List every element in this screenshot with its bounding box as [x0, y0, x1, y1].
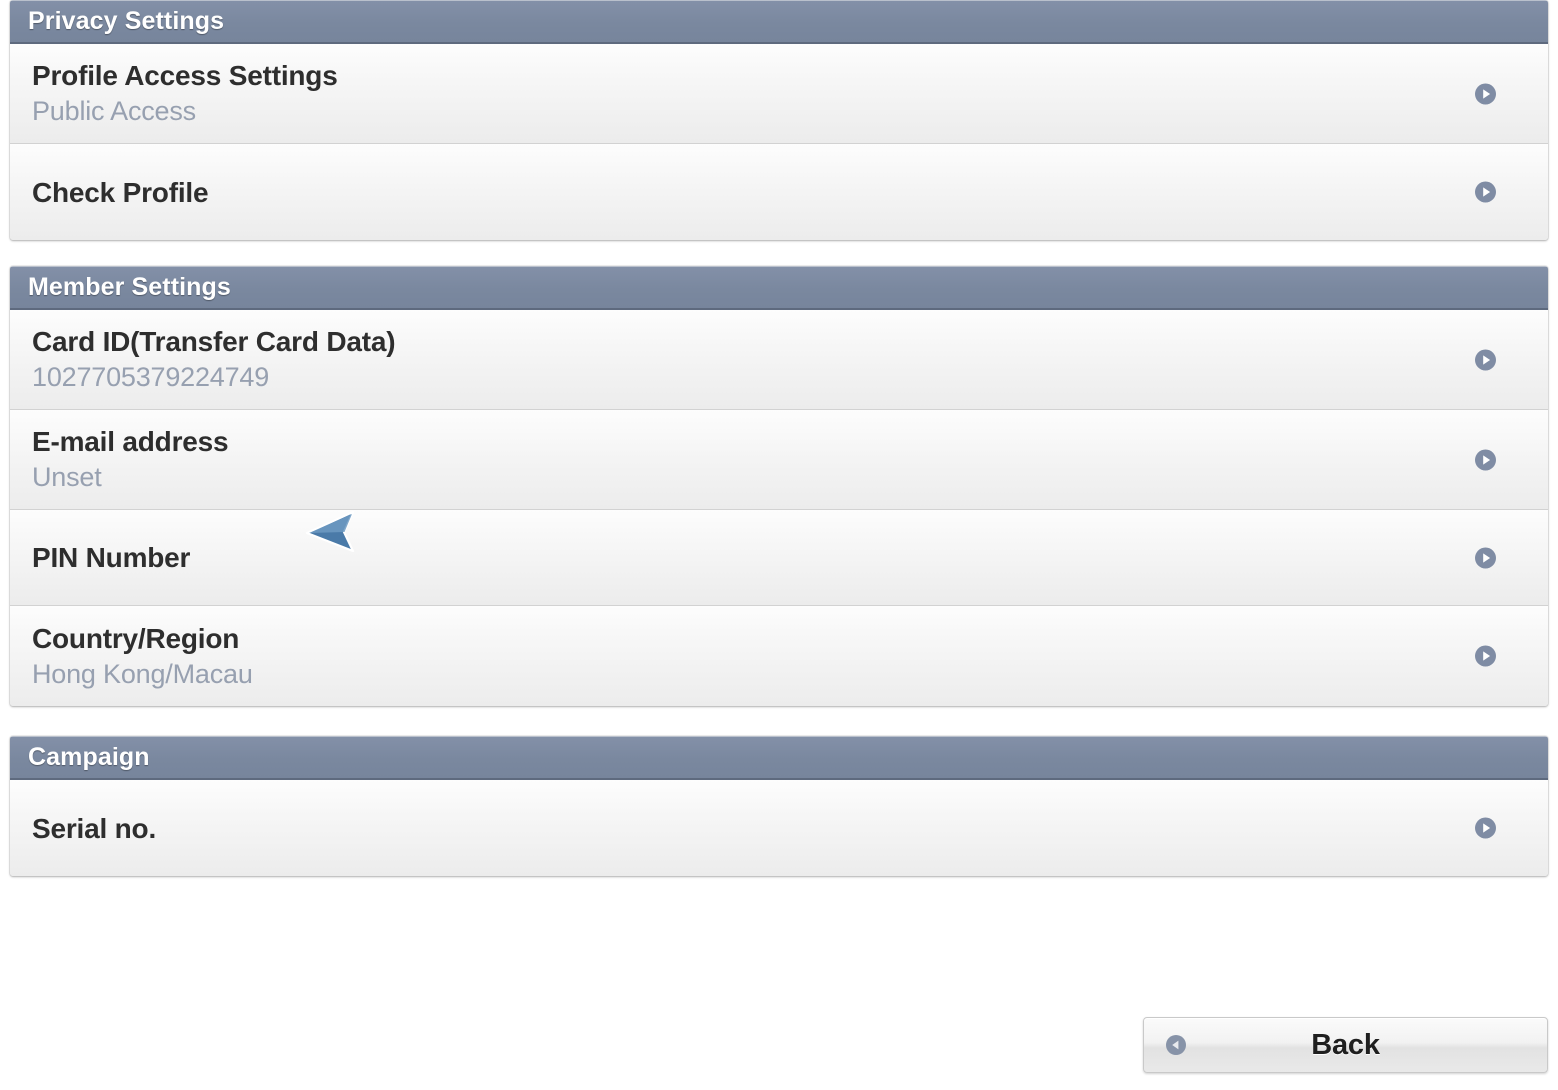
row-text: Country/Region Hong Kong/Macau	[32, 621, 253, 692]
row-title: Card ID(Transfer Card Data)	[32, 326, 396, 358]
footer: Back	[0, 1014, 1558, 1076]
row-text: Card ID(Transfer Card Data) 102770537922…	[32, 324, 396, 395]
row-text: PIN Number	[32, 540, 190, 575]
section-header-privacy-settings: Privacy Settings	[10, 0, 1548, 44]
row-subtitle: Unset	[32, 462, 102, 493]
section-header-member-settings: Member Settings	[10, 266, 1548, 310]
row-title: Check Profile	[32, 176, 209, 208]
play-circle-icon[interactable]	[1475, 449, 1496, 470]
row-subtitle: 1027705379224749	[32, 362, 270, 393]
row-title: Serial no.	[32, 812, 157, 844]
row-subtitle: Public Access	[32, 96, 196, 127]
row-title: E-mail address	[32, 426, 229, 458]
back-button[interactable]: Back	[1143, 1017, 1548, 1073]
row-subtitle: Hong Kong/Macau	[32, 658, 253, 689]
row-title: Profile Access Settings	[32, 60, 338, 92]
row-serial-no[interactable]: Serial no.	[10, 780, 1548, 876]
section-member-settings: Member Settings Card ID(Transfer Card Da…	[10, 266, 1548, 706]
row-text: E-mail address Unset	[32, 424, 229, 495]
play-circle-icon[interactable]	[1475, 181, 1496, 203]
back-button-label: Back	[1311, 1028, 1380, 1061]
play-circle-icon[interactable]	[1475, 547, 1496, 568]
play-circle-left-icon	[1166, 1035, 1186, 1055]
row-pin-number[interactable]: PIN Number	[10, 510, 1548, 606]
row-profile-access-settings[interactable]: Profile Access Settings Public Access	[10, 44, 1548, 144]
row-check-profile[interactable]: Check Profile	[10, 144, 1548, 240]
play-circle-icon[interactable]	[1475, 817, 1496, 839]
row-text: Serial no.	[32, 811, 156, 846]
section-privacy-settings: Privacy Settings Profile Access Settings…	[10, 0, 1548, 240]
play-circle-icon[interactable]	[1475, 83, 1496, 104]
row-text: Check Profile	[32, 175, 209, 210]
section-campaign: Campaign Serial no.	[10, 736, 1548, 876]
row-text: Profile Access Settings Public Access	[32, 58, 338, 129]
section-header-campaign: Campaign	[10, 736, 1548, 780]
play-circle-icon[interactable]	[1475, 349, 1496, 370]
row-title: Country/Region	[32, 622, 240, 654]
play-circle-icon[interactable]	[1475, 645, 1496, 667]
privacy-member-settings-page: Privacy Settings Profile Access Settings…	[0, 0, 1558, 1090]
section-title: Member Settings	[28, 273, 231, 301]
section-title: Campaign	[28, 743, 150, 771]
section-title: Privacy Settings	[28, 7, 225, 35]
row-card-id[interactable]: Card ID(Transfer Card Data) 102770537922…	[10, 310, 1548, 410]
row-country-region[interactable]: Country/Region Hong Kong/Macau	[10, 606, 1548, 706]
row-email-address[interactable]: E-mail address Unset	[10, 410, 1548, 510]
row-title: PIN Number	[32, 542, 191, 573]
